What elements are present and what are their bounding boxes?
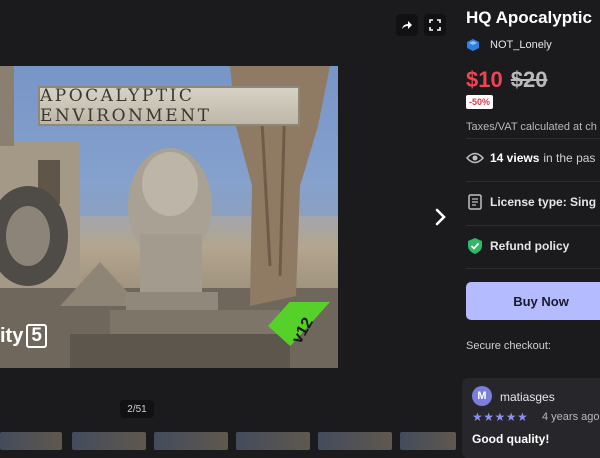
- thumbnail[interactable]: [154, 432, 228, 450]
- thumbnail[interactable]: [318, 432, 392, 450]
- thumbnail[interactable]: [236, 432, 310, 450]
- divider: [466, 268, 600, 269]
- seller-name[interactable]: NOT_Lonely: [490, 39, 552, 51]
- thumbnail[interactable]: [400, 432, 456, 450]
- eye-icon: [466, 149, 484, 167]
- discount-badge: -50%: [466, 95, 494, 109]
- share-button[interactable]: [396, 14, 418, 36]
- price: $10 $20: [466, 67, 547, 93]
- fullscreen-icon: [429, 19, 441, 31]
- unity-version-number: 5: [26, 324, 47, 348]
- secure-checkout-label: Secure checkout:: [466, 340, 551, 352]
- image-counter: 2/51: [120, 400, 154, 418]
- review-user-name[interactable]: matiasges: [500, 390, 555, 404]
- seller-logo-icon: [467, 39, 479, 51]
- chevron-right-icon: [435, 208, 446, 226]
- views-suffix: in the pas: [543, 151, 596, 165]
- thumbnail-strip: [0, 432, 456, 450]
- unity-logo-text: ity: [0, 324, 24, 347]
- review-title: Good quality!: [472, 432, 550, 446]
- environment-banner: APOCALYPTIC ENVIRONMENT: [38, 86, 300, 126]
- review-star-rating: ★★★★★: [472, 410, 529, 424]
- divider: [466, 181, 600, 182]
- license-icon: [466, 193, 484, 211]
- refund-policy-link[interactable]: Refund policy: [466, 237, 569, 255]
- unity-logo: ity 5: [0, 324, 47, 348]
- gallery-panel: APOCALYPTIC ENVIRONMENT ity 5 v12 2/51: [0, 0, 456, 450]
- current-price: $10: [466, 67, 503, 92]
- divider: [466, 138, 600, 139]
- version-badge: v12: [262, 302, 338, 368]
- original-price: $20: [510, 67, 548, 92]
- product-main-image[interactable]: APOCALYPTIC ENVIRONMENT ity 5 v12: [0, 66, 338, 368]
- buy-now-button[interactable]: Buy Now: [466, 282, 600, 320]
- views-count: 14 views: [490, 151, 540, 165]
- refund-label: Refund policy: [490, 239, 570, 253]
- review-date: 4 years ago: [542, 411, 600, 423]
- thumbnail[interactable]: [72, 432, 146, 450]
- fullscreen-button[interactable]: [424, 14, 446, 36]
- shield-check-icon: [466, 237, 484, 255]
- divider: [466, 225, 600, 226]
- product-title: HQ Apocalyptic: [466, 8, 592, 27]
- taxes-note: Taxes/VAT calculated at ch: [466, 121, 597, 133]
- avatar: M: [472, 386, 492, 406]
- share-icon: [402, 21, 412, 29]
- views-stat: 14 views in the pas: [466, 149, 595, 167]
- license-type[interactable]: License type: Sing: [466, 193, 596, 211]
- license-label: License type: Sing: [490, 195, 597, 209]
- thumbnail[interactable]: [0, 432, 62, 450]
- seller-link[interactable]: NOT_Lonely: [466, 38, 552, 52]
- next-image-button[interactable]: [428, 204, 454, 230]
